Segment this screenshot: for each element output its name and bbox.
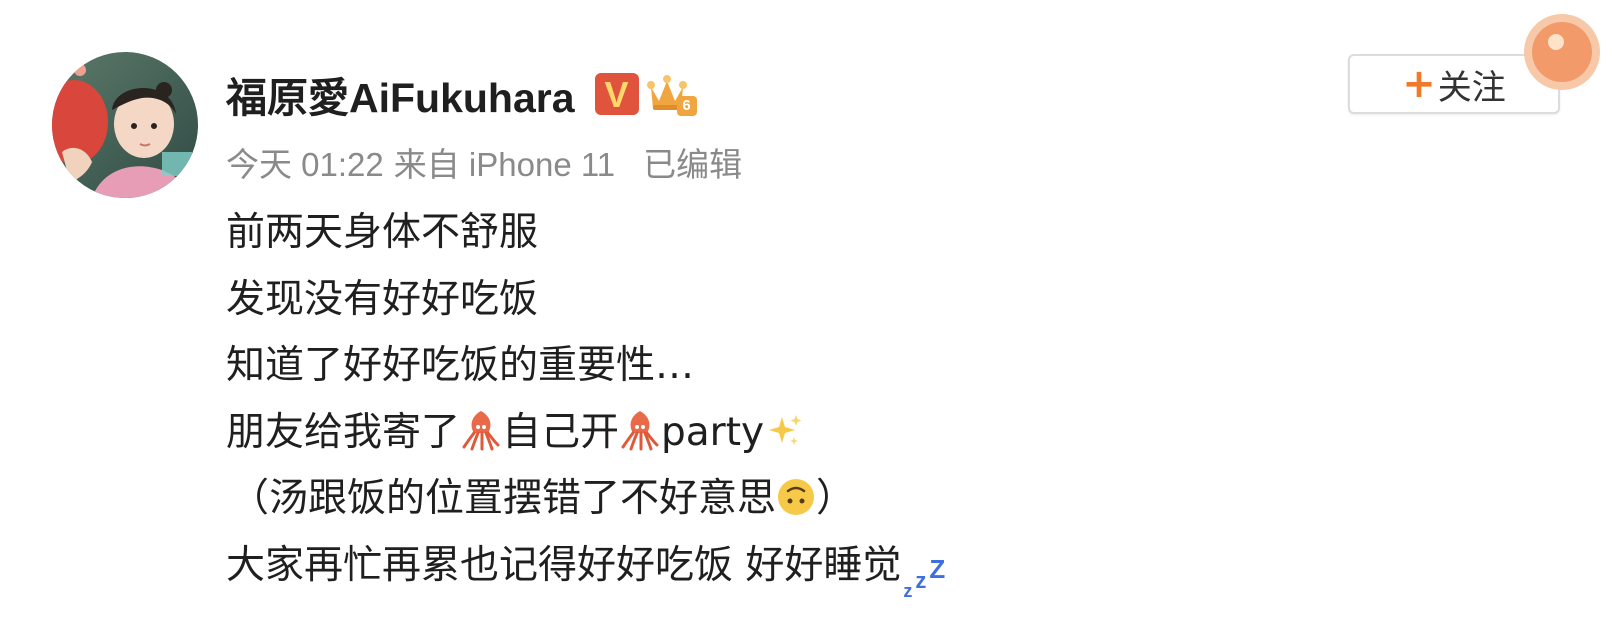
content-line-6: 大家再忙再累也记得好好吃饭 好好睡觉 z z Z xyxy=(226,533,946,601)
content-line-4-part-3: party xyxy=(661,409,765,455)
author-name[interactable]: 福原愛AiFukuhara xyxy=(226,64,575,124)
content-line-4: 朋友给我寄了 自己开 party xyxy=(226,400,945,467)
post-time[interactable]: 今天 01:22 xyxy=(226,146,384,183)
member-crown-icon[interactable]: 6 xyxy=(646,71,697,117)
edited-label[interactable]: 已编辑 xyxy=(643,146,742,183)
open-paren: （ xyxy=(230,476,270,521)
zzz-icon: z z Z xyxy=(903,553,946,601)
content-line-1: 前两天身体不舒服 xyxy=(226,210,539,255)
post-meta: 今天 01:22 来自 iPhone 11 已编辑 xyxy=(226,138,752,186)
sparkles-icon xyxy=(764,411,804,451)
member-level-number: 6 xyxy=(676,96,697,116)
content-line-2: 发现没有好好吃饭 xyxy=(226,276,539,322)
content-line-6-text: 大家再忙再累也记得好好吃饭 好好睡觉 xyxy=(226,542,902,588)
content-line-5: （汤跟饭的位置摆错了不好意思 ） xyxy=(226,466,945,533)
author-avatar[interactable] xyxy=(52,52,198,198)
upside-down-face-icon xyxy=(776,477,816,517)
content-line-4-part-2: 自己开 xyxy=(502,409,620,455)
squid-icon xyxy=(460,409,502,451)
verified-badge-letter: V xyxy=(604,74,629,115)
content-line-4-part-1: 朋友给我寄了 xyxy=(226,409,461,455)
content-line-5-text: 汤跟饭的位置摆错了不好意思 xyxy=(269,476,777,521)
plus-icon: + xyxy=(1402,61,1436,107)
event-badge-icon[interactable] xyxy=(1510,12,1612,92)
author-header: 福原愛AiFukuhara V 6 xyxy=(226,66,697,122)
verified-badge-icon[interactable]: V xyxy=(594,73,639,115)
post-source[interactable]: 来自 iPhone 11 xyxy=(394,146,615,183)
post-content: 前两天身体不舒服 发现没有好好吃饭 知道了好好吃饭的重要性… 朋友给我寄了 自己… xyxy=(226,200,946,601)
squid-icon xyxy=(619,409,661,451)
follow-label: 关注 xyxy=(1437,67,1506,108)
content-line-3: 知道了好好吃饭的重要性… xyxy=(226,343,695,388)
close-paren: ） xyxy=(816,476,856,521)
